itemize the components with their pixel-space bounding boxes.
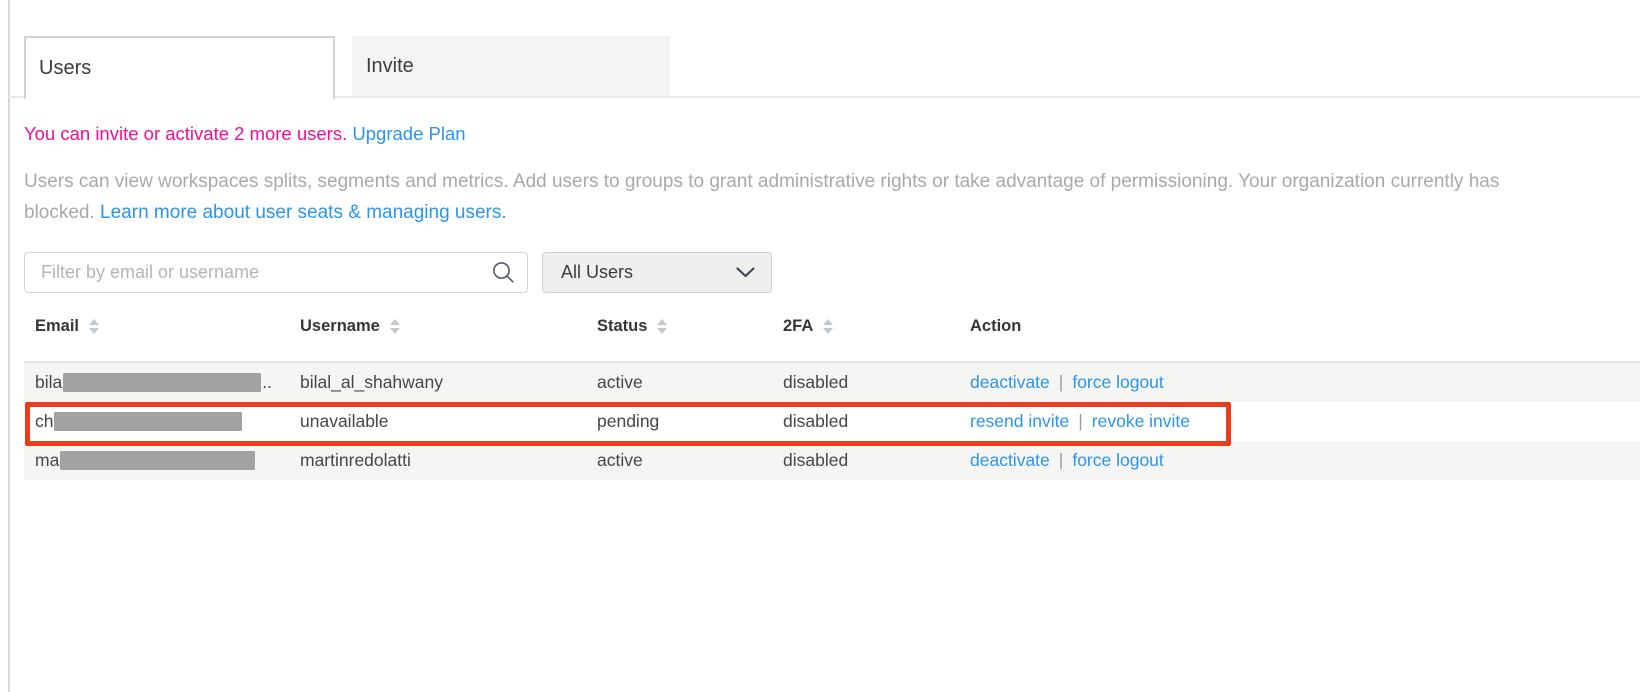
table-row: ch unavailable pending disabled resend invit… [24,402,1640,441]
column-header-label: Email [35,317,79,336]
column-header-label: 2FA [783,317,813,336]
action-separator: | [1059,372,1064,393]
search-icon [492,261,515,284]
force-logout-link[interactable]: force logout [1072,450,1163,471]
email-redaction-bar [63,373,261,392]
action-separator: | [1059,450,1064,471]
twofa-cell: disabled [783,402,848,441]
deactivate-link[interactable]: deactivate [970,372,1050,393]
column-header-2fa[interactable]: 2FA [783,317,833,336]
email-cell: bila.. [35,363,272,402]
upgrade-plan-link[interactable]: Upgrade Plan [352,123,465,144]
users-table-body: bila..bilal_al_shahwanyactivedisableddea… [24,363,1640,480]
table-row: bila.. bilal_al_shahwany active disabled dea… [24,363,1640,402]
status-cell: active [597,363,643,402]
table-row: ma martinredolatti active disabled deactivat… [24,441,1640,480]
column-header-label: Status [597,317,647,336]
dropdown-selected-label: All Users [561,262,736,283]
twofa-cell: disabled [783,441,848,480]
email-prefix: bila [35,372,62,393]
description-line2: blocked. Learn more about user seats & m… [24,197,1499,228]
resend-invite-link[interactable]: resend invite [970,411,1069,432]
email-prefix: ch [35,411,53,432]
tab-users-label: Users [39,57,91,80]
email-cell: ma [35,441,256,480]
action-separator: | [1078,411,1083,432]
seat-limit-message: You can invite or activate 2 more users. [24,123,347,144]
description: Users can view workspaces splits, segmen… [24,166,1499,228]
status-cell: pending [597,402,659,441]
user-filter-dropdown[interactable]: All Users [542,252,772,293]
email-redaction-bar [60,451,255,470]
column-header-label: Username [300,317,380,336]
description-line2-text: blocked. [24,202,100,223]
filter-input-container [24,252,528,293]
column-header-label: Action [970,317,1021,336]
action-cell: deactivate | force logout [970,441,1164,480]
column-header-username[interactable]: Username [300,317,400,336]
sort-arrows-icon[interactable] [89,319,99,334]
tab-users[interactable]: Users [24,36,335,99]
column-header-action: Action [970,317,1021,336]
seat-limit-notice: You can invite or activate 2 more users.… [24,123,466,145]
status-cell: active [597,441,643,480]
revoke-invite-link[interactable]: revoke invite [1092,411,1190,432]
username-cell: bilal_al_shahwany [300,363,443,402]
panel-left-border [8,0,10,692]
action-cell: deactivate | force logout [970,363,1164,402]
filter-input[interactable] [24,252,528,293]
chevron-down-icon [736,267,755,278]
action-cell: resend invite | revoke invite [970,402,1190,441]
twofa-cell: disabled [783,363,848,402]
email-redaction-bar [54,412,242,431]
email-cell: ch [35,402,243,441]
description-line1: Users can view workspaces splits, segmen… [24,166,1499,197]
tab-invite-label: Invite [366,55,414,78]
email-prefix: ma [35,450,59,471]
sort-arrows-icon[interactable] [657,319,667,334]
force-logout-link[interactable]: force logout [1072,372,1163,393]
sort-arrows-icon[interactable] [390,319,400,334]
column-header-email[interactable]: Email [35,317,99,336]
column-header-status[interactable]: Status [597,317,667,336]
deactivate-link[interactable]: deactivate [970,450,1050,471]
tab-invite[interactable]: Invite [352,36,670,96]
table-header: Email Username Status 2FA Action [24,317,1640,339]
username-cell: unavailable [300,402,389,441]
username-cell: martinredolatti [300,441,411,480]
email-ellipsis: .. [262,372,272,393]
sort-arrows-icon[interactable] [823,319,833,334]
learn-more-link[interactable]: Learn more about user seats & managing u… [100,202,507,223]
